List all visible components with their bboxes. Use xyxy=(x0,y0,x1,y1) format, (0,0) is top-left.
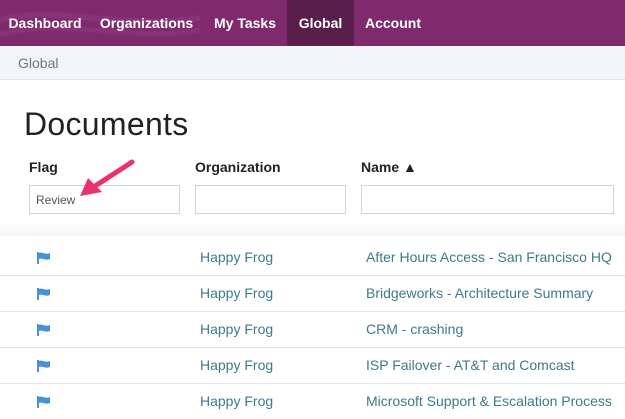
name-filter-input[interactable] xyxy=(361,185,614,214)
flag-icon[interactable] xyxy=(37,288,51,300)
table-row[interactable]: Happy Frog After Hours Access - San Fran… xyxy=(0,239,625,276)
column-header-name[interactable]: Name ▲ xyxy=(361,159,417,175)
organization-link[interactable]: Happy Frog xyxy=(200,383,273,419)
organization-link[interactable]: Happy Frog xyxy=(200,347,273,383)
document-link[interactable]: CRM - crashing xyxy=(366,311,463,347)
nav-organizations[interactable]: Organizations xyxy=(90,0,203,46)
document-link[interactable]: Microsoft Support & Escalation Process xyxy=(366,383,612,419)
table-header-divider xyxy=(0,222,625,236)
nav-dashboard[interactable]: Dashboard xyxy=(0,0,90,46)
column-header-organization[interactable]: Organization xyxy=(195,159,281,175)
breadcrumb[interactable]: Global xyxy=(18,46,58,79)
document-link[interactable]: ISP Failover - AT&T and Comcast xyxy=(366,347,575,383)
flag-icon[interactable] xyxy=(37,360,51,372)
flag-icon[interactable] xyxy=(37,396,51,408)
organization-link[interactable]: Happy Frog xyxy=(200,239,273,275)
pink-arrow-annotation xyxy=(80,159,135,196)
flag-icon[interactable] xyxy=(37,252,51,264)
flag-icon[interactable] xyxy=(37,324,51,336)
table-row[interactable]: Happy Frog Bridgeworks - Architecture Su… xyxy=(0,275,625,312)
organization-link[interactable]: Happy Frog xyxy=(200,311,273,347)
column-header-flag[interactable]: Flag xyxy=(29,159,58,175)
document-link[interactable]: After Hours Access - San Francisco HQ xyxy=(366,239,612,275)
table-row[interactable]: Happy Frog ISP Failover - AT&T and Comca… xyxy=(0,347,625,384)
organization-link[interactable]: Happy Frog xyxy=(200,275,273,311)
nav-my-tasks[interactable]: My Tasks xyxy=(203,0,287,46)
nav-account[interactable]: Account xyxy=(354,0,432,46)
table-row[interactable]: Happy Frog Microsoft Support & Escalatio… xyxy=(0,383,625,419)
page-title: Documents xyxy=(24,106,189,142)
document-link[interactable]: Bridgeworks - Architecture Summary xyxy=(366,275,593,311)
breadcrumb-bar: Global xyxy=(0,46,625,80)
nav-global[interactable]: Global xyxy=(287,0,354,46)
top-navigation-bar: Dashboard Organizations My Tasks Global … xyxy=(0,0,625,46)
organization-filter-input[interactable] xyxy=(195,185,346,214)
table-row[interactable]: Happy Frog CRM - crashing xyxy=(0,311,625,348)
